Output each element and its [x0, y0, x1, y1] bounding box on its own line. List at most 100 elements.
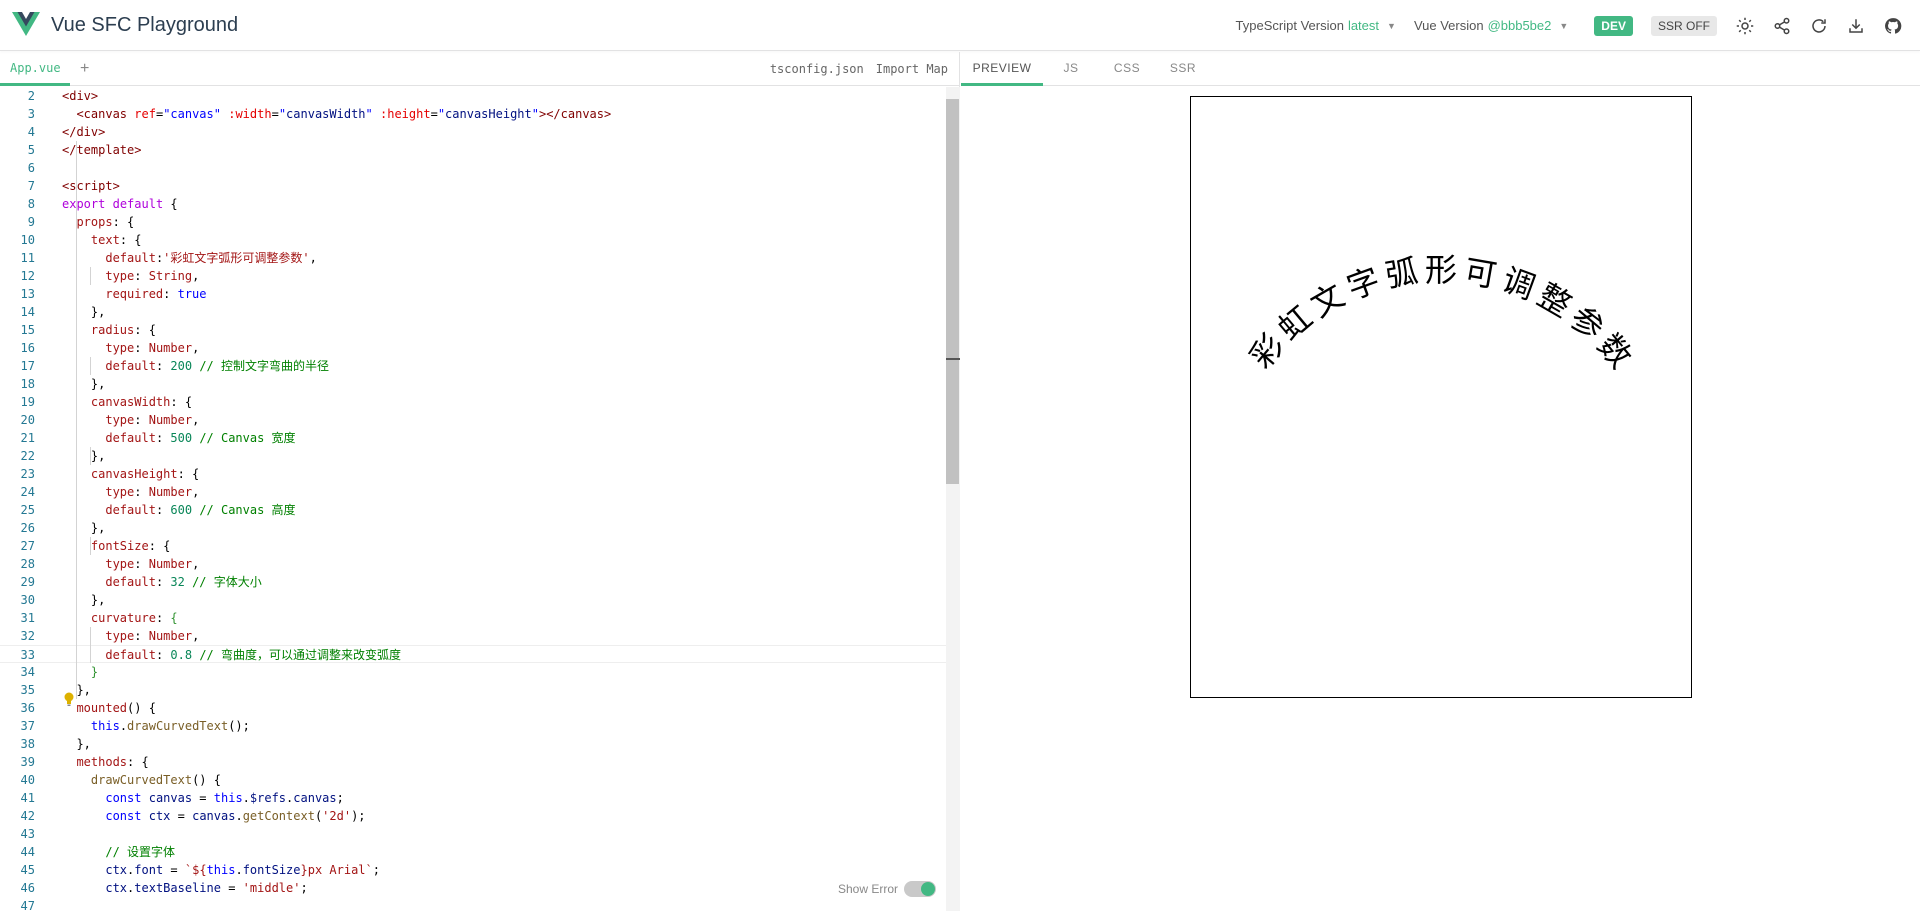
- code-line[interactable]: 47: [0, 897, 946, 911]
- code-line[interactable]: 4 </div>: [0, 123, 946, 141]
- code-line[interactable]: 39 methods: {: [0, 753, 946, 771]
- line-number: 3: [27, 107, 35, 121]
- dev-toggle-button[interactable]: DEV: [1594, 15, 1633, 36]
- code-line[interactable]: 40 drawCurvedText() {: [0, 771, 946, 789]
- github-icon[interactable]: [1883, 16, 1903, 36]
- line-number: 11: [20, 251, 35, 265]
- code-line[interactable]: 31 curvature: {: [0, 609, 946, 627]
- code-line[interactable]: 7 <script>: [0, 177, 946, 195]
- code-area[interactable]: 47 46 ctx.textBaseline = 'middle'; 45 ctx.…: [0, 87, 960, 911]
- line-number: 10: [20, 233, 35, 247]
- code-text: </template>: [62, 143, 142, 157]
- code-text: export default {: [62, 197, 178, 211]
- ts-version-label: TypeScript Version: [1235, 18, 1344, 33]
- tab-js[interactable]: JS: [1043, 52, 1099, 86]
- editor-scrollbar-thumb[interactable]: [946, 99, 959, 484]
- tsconfig-tab[interactable]: tsconfig.json: [770, 62, 864, 76]
- vue-logo-icon: [12, 12, 40, 36]
- code-line[interactable]: 29 default: 32 // 字体大小: [0, 573, 946, 591]
- code-line[interactable]: 34 }: [0, 663, 946, 681]
- line-number: 43: [20, 827, 35, 841]
- code-line[interactable]: 44 // 设置字体: [0, 843, 946, 861]
- lightbulb-icon[interactable]: [64, 692, 74, 706]
- code-line[interactable]: 46 ctx.textBaseline = 'middle';: [0, 879, 946, 897]
- line-number: 39: [20, 755, 35, 769]
- code-line[interactable]: 43: [0, 825, 946, 843]
- code-line[interactable]: 41 const canvas = this.$refs.canvas;: [0, 789, 946, 807]
- code-line[interactable]: 37 this.drawCurvedText();: [0, 717, 946, 735]
- ssr-toggle-button[interactable]: SSR OFF: [1650, 15, 1717, 36]
- sun-icon[interactable]: [1735, 16, 1755, 36]
- tab-preview[interactable]: PREVIEW: [961, 52, 1043, 86]
- line-number: 20: [20, 413, 35, 427]
- code-text: type: Number,: [105, 557, 200, 571]
- show-error-label: Show Error: [838, 882, 899, 896]
- code-text: canvasWidth: {: [90, 395, 193, 409]
- code-line[interactable]: 32 type: Number,: [0, 627, 946, 645]
- vue-version-select[interactable]: Vue Version @bbb5be2 ▼: [1414, 18, 1568, 33]
- show-error-toggle[interactable]: Show Error: [838, 881, 937, 897]
- preview-panel: PREVIEW JS CSS SSR 彩虹文字弧形可调整参数: [961, 52, 1920, 911]
- curved-text-char: 字: [1342, 260, 1385, 307]
- code-line[interactable]: 19 canvasWidth: {: [0, 393, 946, 411]
- line-number: 16: [20, 341, 35, 355]
- share-icon[interactable]: [1772, 16, 1792, 36]
- code-line[interactable]: 38 },: [0, 735, 946, 753]
- typescript-version-select[interactable]: TypeScript Version latest ▼: [1236, 18, 1396, 33]
- line-number: 17: [20, 359, 35, 373]
- reload-icon[interactable]: [1809, 16, 1829, 36]
- line-number: 44: [20, 845, 35, 859]
- add-file-button[interactable]: +: [80, 52, 89, 86]
- tab-ssr[interactable]: SSR: [1155, 52, 1211, 86]
- code-text: canvasHeight: {: [90, 467, 200, 481]
- code-line[interactable]: 24 type: Number,: [0, 483, 946, 501]
- code-line[interactable]: 14 },: [0, 303, 946, 321]
- code-text: },: [62, 305, 106, 319]
- code-line[interactable]: 22 },: [0, 447, 946, 465]
- code-text: },: [62, 449, 106, 463]
- code-text: props: {: [76, 215, 135, 229]
- code-text: required: true: [105, 287, 207, 301]
- code-line[interactable]: 23 canvasHeight: {: [0, 465, 946, 483]
- code-line[interactable]: 16 type: Number,: [0, 339, 946, 357]
- code-line[interactable]: 15 radius: {: [0, 321, 946, 339]
- code-line[interactable]: 5 </template>: [0, 141, 946, 159]
- code-line[interactable]: 8 export default {: [0, 195, 946, 213]
- line-number: 24: [20, 485, 35, 499]
- code-text: default:'彩虹文字弧形可调整参数',: [105, 251, 317, 265]
- indent-guide: [90, 267, 91, 285]
- line-number: 4: [27, 125, 35, 139]
- code-line[interactable]: 30 },: [0, 591, 946, 609]
- code-line[interactable]: 33 default: 0.8 // 弯曲度，可以通过调整来改变弧度: [0, 645, 946, 663]
- code-line[interactable]: 10 text: {: [0, 231, 946, 249]
- code-line[interactable]: 27 fontSize: {: [0, 537, 946, 555]
- import-map-tab[interactable]: Import Map: [876, 62, 948, 76]
- code-line[interactable]: 36 mounted() {: [0, 699, 946, 717]
- code-line[interactable]: 9 props: {: [0, 213, 946, 231]
- code-line[interactable]: 28 type: Number,: [0, 555, 946, 573]
- code-text: }: [90, 665, 99, 679]
- code-line[interactable]: 3 <canvas ref="canvas" :width="canvasWid…: [0, 105, 946, 123]
- code-line[interactable]: 20 type: Number,: [0, 411, 946, 429]
- file-tab-app-vue[interactable]: App.vue: [0, 52, 70, 86]
- line-number: 12: [20, 269, 35, 283]
- code-line[interactable]: 35 },: [0, 681, 946, 699]
- code-text: type: Number,: [105, 341, 200, 355]
- code-text: },: [62, 737, 91, 751]
- code-line[interactable]: 2 <div>: [0, 87, 946, 105]
- tab-css[interactable]: CSS: [1099, 52, 1155, 86]
- code-line[interactable]: 13 required: true: [0, 285, 946, 303]
- code-line[interactable]: 12 type: String,: [0, 267, 946, 285]
- code-line[interactable]: 6: [0, 159, 946, 177]
- code-line[interactable]: 11 default:'彩虹文字弧形可调整参数',: [0, 249, 946, 267]
- code-line[interactable]: 18 },: [0, 375, 946, 393]
- code-line[interactable]: 25 default: 600 // Canvas 高度: [0, 501, 946, 519]
- code-line[interactable]: 21 default: 500 // Canvas 宽度: [0, 429, 946, 447]
- code-line[interactable]: 42 const ctx = canvas.getContext('2d');: [0, 807, 946, 825]
- code-line[interactable]: 26 },: [0, 519, 946, 537]
- code-line[interactable]: 17 default: 200 // 控制文字弯曲的半径: [0, 357, 946, 375]
- code-line[interactable]: 45 ctx.font = `${this.fontSize}px Arial`…: [0, 861, 946, 879]
- download-icon[interactable]: [1846, 16, 1866, 36]
- code-text: },: [62, 521, 106, 535]
- show-error-switch[interactable]: [904, 881, 937, 897]
